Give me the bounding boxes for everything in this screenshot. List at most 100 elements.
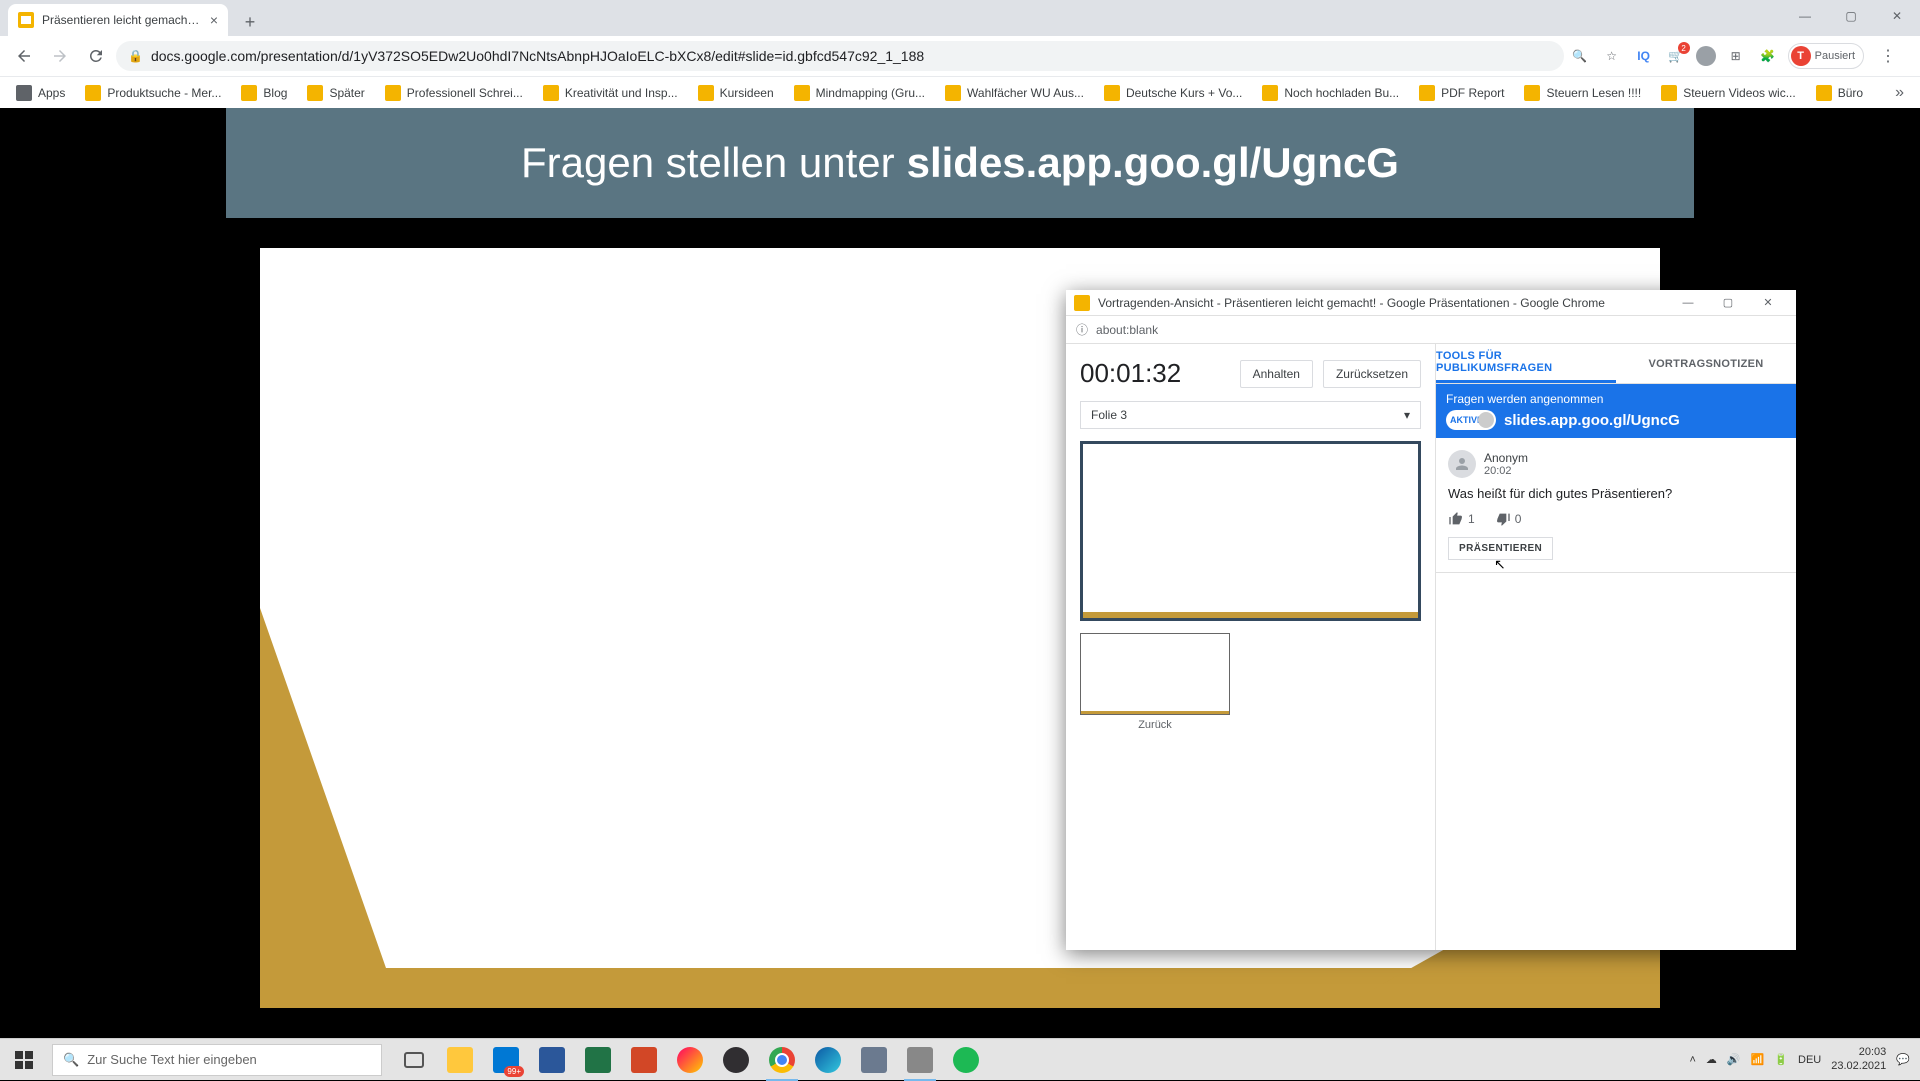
file-explorer-button[interactable]: [438, 1039, 482, 1081]
taskbar-search[interactable]: 🔍 Zur Suche Text hier eingeben: [52, 1044, 382, 1076]
qa-banner: Fragen stellen unter slides.app.goo.gl/U…: [226, 108, 1694, 218]
excel-button[interactable]: [576, 1039, 620, 1081]
start-button[interactable]: [0, 1039, 48, 1081]
grey-app-icon: [861, 1047, 887, 1073]
tray-notifications-icon[interactable]: 💬: [1896, 1053, 1910, 1066]
tray-cloud-icon[interactable]: ☁: [1706, 1053, 1717, 1066]
qa-toggle[interactable]: AKTIVIE: [1446, 410, 1496, 430]
word-button[interactable]: [530, 1039, 574, 1081]
prev-slide-thumb[interactable]: Zurück: [1080, 633, 1230, 731]
bm-item[interactable]: Professionell Schrei...: [377, 81, 531, 105]
folder-icon: [241, 85, 257, 101]
tray-wifi-icon[interactable]: 📶: [1751, 1053, 1765, 1066]
forward-button[interactable]: [44, 40, 76, 72]
reset-button[interactable]: Zurücksetzen: [1323, 360, 1421, 388]
tray-date: 23.02.2021: [1831, 1060, 1886, 1073]
reload-button[interactable]: [80, 40, 112, 72]
present-question-button[interactable]: PRÄSENTIEREN: [1448, 537, 1553, 560]
minimize-button[interactable]: —: [1782, 0, 1828, 32]
bm-item[interactable]: Mindmapping (Gru...: [786, 81, 933, 105]
bm-apps[interactable]: Apps: [8, 81, 73, 105]
bookmarks-bar: Apps Produktsuche - Mer... Blog Später P…: [0, 76, 1920, 108]
bm-item[interactable]: Blog: [233, 81, 295, 105]
qa-header: Fragen werden angenommen AKTIVIE slides.…: [1436, 384, 1796, 438]
info-icon[interactable]: ⓘ: [1076, 321, 1088, 338]
upvote-count: 1: [1468, 512, 1475, 526]
profile-avatar: T: [1791, 46, 1811, 66]
site-info-icon[interactable]: 🔒: [128, 49, 143, 63]
extension-iq-icon[interactable]: IQ: [1632, 44, 1656, 68]
dropdown-icon: ▾: [1404, 408, 1410, 422]
app-grey1-button[interactable]: [852, 1039, 896, 1081]
popup-close-button[interactable]: ✕: [1748, 290, 1788, 316]
url-input[interactable]: [151, 48, 1552, 64]
tray-volume-icon[interactable]: 🔊: [1727, 1053, 1741, 1066]
word-icon: [539, 1047, 565, 1073]
bm-item[interactable]: Noch hochladen Bu...: [1254, 81, 1407, 105]
bm-item[interactable]: Büro: [1808, 81, 1871, 105]
mail-app-button[interactable]: 99+: [484, 1039, 528, 1081]
edge-button[interactable]: [806, 1039, 850, 1081]
avatar-icon: [1448, 450, 1476, 478]
spotify-icon: [953, 1047, 979, 1073]
slide-selector-label: Folie 3: [1091, 408, 1127, 422]
bm-item[interactable]: Produktsuche - Mer...: [77, 81, 229, 105]
address-bar[interactable]: 🔒: [116, 41, 1564, 71]
current-slide-preview[interactable]: [1080, 441, 1421, 621]
bm-item[interactable]: Später: [299, 81, 372, 105]
tray-clock[interactable]: 20:03 23.02.2021: [1831, 1046, 1886, 1072]
popup-titlebar[interactable]: Vortragenden-Ansicht - Präsentieren leic…: [1066, 290, 1796, 316]
tray-chevron-icon[interactable]: ˄: [1689, 1054, 1695, 1066]
obs-button[interactable]: [714, 1039, 758, 1081]
popup-maximize-button[interactable]: ▢: [1708, 290, 1748, 316]
profile-chip[interactable]: T Pausiert: [1788, 43, 1864, 69]
bm-item[interactable]: Kreativität und Insp...: [535, 81, 686, 105]
bm-item[interactable]: PDF Report: [1411, 81, 1512, 105]
close-window-button[interactable]: ✕: [1874, 0, 1920, 32]
tray-language[interactable]: DEU: [1798, 1054, 1821, 1066]
tab-audience-tools[interactable]: TOOLS FÜR PUBLIKUMSFRAGEN: [1436, 344, 1616, 383]
chrome-menu-button[interactable]: ⋮: [1872, 40, 1904, 72]
spotify-button[interactable]: [944, 1039, 988, 1081]
bm-item[interactable]: Kursideen: [690, 81, 782, 105]
obs-icon: [723, 1047, 749, 1073]
browser-tab[interactable]: Präsentieren leicht gemacht! - G ×: [8, 4, 228, 36]
slide-selector[interactable]: Folie 3 ▾: [1080, 401, 1421, 429]
folder-icon: [1661, 85, 1677, 101]
bookmark-star-icon[interactable]: ☆: [1600, 44, 1624, 68]
upvote-button[interactable]: 1: [1448, 511, 1475, 527]
tray-time: 20:03: [1859, 1046, 1887, 1059]
pause-button[interactable]: Anhalten: [1240, 360, 1313, 388]
extensions-puzzle-icon[interactable]: 🧩: [1756, 44, 1780, 68]
chrome-button[interactable]: [760, 1039, 804, 1081]
folder-icon: [1104, 85, 1120, 101]
extension-grey-icon[interactable]: [1696, 46, 1716, 66]
bm-item[interactable]: Steuern Videos wic...: [1653, 81, 1804, 105]
zoom-icon[interactable]: 🔍: [1568, 44, 1592, 68]
tray-battery-icon[interactable]: 🔋: [1774, 1053, 1788, 1066]
apps-grid-icon[interactable]: ⊞: [1724, 44, 1748, 68]
task-view-button[interactable]: [392, 1039, 436, 1081]
back-button[interactable]: [8, 40, 40, 72]
new-tab-button[interactable]: +: [236, 8, 264, 36]
question-author: Anonym: [1484, 451, 1528, 465]
bm-item[interactable]: Deutsche Kurs + Vo...: [1096, 81, 1250, 105]
downvote-count: 0: [1515, 512, 1522, 526]
bm-item[interactable]: Steuern Lesen !!!!: [1516, 81, 1649, 105]
extension-cart-icon[interactable]: 🛒2: [1664, 44, 1688, 68]
question-time: 20:02: [1484, 465, 1528, 477]
apps-icon: [16, 85, 32, 101]
maximize-button[interactable]: ▢: [1828, 0, 1874, 32]
app-grey2-button[interactable]: [898, 1039, 942, 1081]
popup-minimize-button[interactable]: —: [1668, 290, 1708, 316]
bm-item[interactable]: Wahlfächer WU Aus...: [937, 81, 1092, 105]
bookmarks-overflow[interactable]: »: [1887, 84, 1912, 102]
search-icon: 🔍: [63, 1052, 79, 1068]
presenter-view-window: Vortragenden-Ansicht - Präsentieren leic…: [1066, 290, 1796, 950]
downvote-button[interactable]: 0: [1495, 511, 1522, 527]
close-tab-icon[interactable]: ×: [210, 12, 218, 28]
tab-speaker-notes[interactable]: VORTRAGSNOTIZEN: [1616, 344, 1796, 383]
powerpoint-button[interactable]: [622, 1039, 666, 1081]
app-pink-button[interactable]: [668, 1039, 712, 1081]
powerpoint-icon: [631, 1047, 657, 1073]
